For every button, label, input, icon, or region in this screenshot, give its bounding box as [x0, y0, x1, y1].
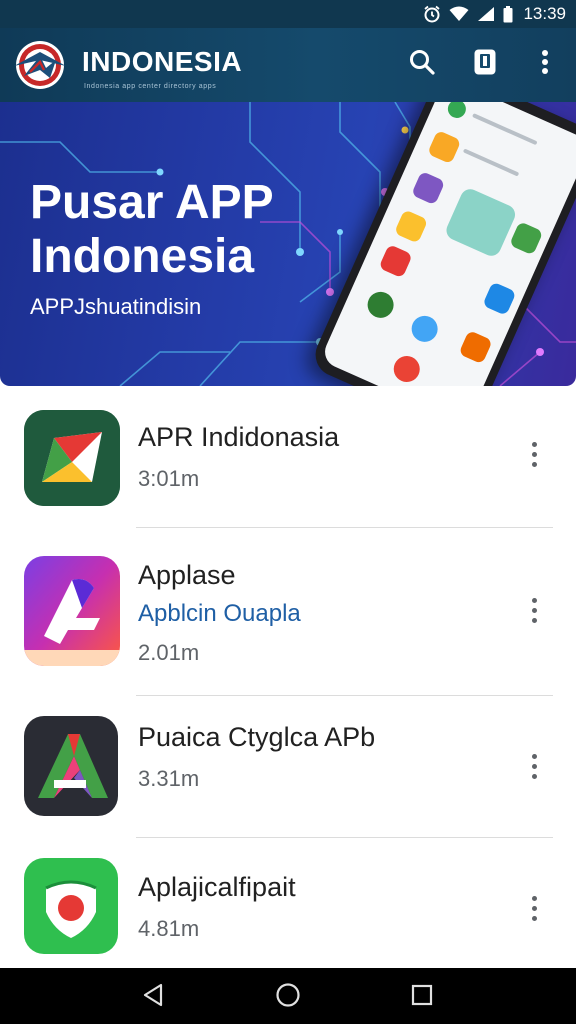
mini-app-icon — [458, 329, 493, 365]
list-item[interactable]: Puaica Ctyglca APb 3.31m — [0, 696, 576, 838]
promo-banner[interactable]: Pusar APP Indonesia APPJshuatindisin — [0, 102, 576, 386]
banner-subtitle: APPJshuatindisin — [30, 294, 202, 319]
banner-title-line2: Indonesia — [30, 230, 255, 283]
app-subtitle: Indonesia app center directory apps — [84, 83, 217, 90]
mini-app-icon — [509, 221, 544, 256]
search-button[interactable] — [402, 44, 442, 84]
banner-title-line1: Pusar APP — [30, 176, 274, 229]
mini-app-icon — [411, 170, 446, 206]
app-title: INDONESIA — [82, 46, 243, 77]
mini-app-icon — [393, 209, 429, 244]
recents-icon — [411, 984, 433, 1011]
app-icon-apr-indidonasia — [24, 410, 120, 506]
mini-featured-card — [443, 186, 519, 259]
app-size: 3:01m — [138, 466, 200, 491]
mini-app-icon — [363, 287, 398, 323]
mini-app-icon — [444, 102, 469, 121]
mini-text — [462, 148, 520, 177]
mini-app-icon — [378, 244, 413, 279]
app-name: Puaica Ctyglca APb — [138, 722, 376, 752]
mini-app-icon — [427, 129, 462, 165]
device-button[interactable] — [465, 44, 505, 84]
phone-icon — [473, 48, 497, 81]
app-size: 4.81m — [138, 916, 200, 941]
item-more-button[interactable] — [520, 888, 548, 928]
list-item[interactable]: Aplajicalfipait 4.81m — [0, 838, 576, 968]
list-item[interactable]: Applase Apblcin Ouapla 2.01m — [0, 528, 576, 696]
wifi-icon — [449, 6, 469, 22]
app-icon-applase — [24, 556, 120, 666]
item-more-button[interactable] — [520, 590, 548, 630]
alarm-icon — [423, 5, 441, 23]
app-bar: INDONESIA Indonesia app center directory… — [0, 28, 576, 102]
list-item[interactable]: APR Indidonasia 3:01m — [0, 386, 576, 528]
banner-title: Pusar APP Indonesia — [30, 176, 274, 284]
more-vert-icon — [541, 49, 549, 80]
home-button[interactable] — [271, 980, 305, 1014]
mini-app-icon — [482, 281, 517, 316]
app-name: Aplajicalfipait — [138, 872, 296, 902]
app-logo — [10, 38, 70, 92]
app-icon-aplajicalfipait — [24, 858, 118, 954]
screen: 13:39 INDONESIA Indonesia app center dir… — [0, 0, 576, 1024]
status-bar: 13:39 — [0, 0, 576, 28]
item-more-button[interactable] — [520, 746, 548, 786]
system-nav-bar — [0, 968, 576, 1024]
mini-text — [471, 113, 538, 146]
app-size: 3.31m — [138, 766, 200, 791]
status-time: 13:39 — [523, 4, 566, 23]
back-button[interactable] — [136, 980, 170, 1014]
app-size: 2.01m — [138, 640, 200, 665]
app-icon-puaica — [24, 716, 118, 816]
home-icon — [275, 982, 301, 1013]
back-icon — [141, 982, 165, 1013]
signal-icon — [477, 6, 495, 22]
battery-icon — [503, 5, 513, 23]
recents-button[interactable] — [405, 980, 439, 1014]
app-name: Applase — [138, 560, 236, 590]
app-description[interactable]: Apblcin Ouapla — [138, 600, 301, 628]
app-name: APR Indidonasia — [138, 422, 340, 452]
item-more-button[interactable] — [520, 434, 548, 474]
mini-app-icon — [407, 311, 442, 347]
overflow-menu-button[interactable] — [525, 44, 565, 84]
mini-app-icon — [389, 351, 424, 386]
search-icon — [408, 48, 436, 81]
